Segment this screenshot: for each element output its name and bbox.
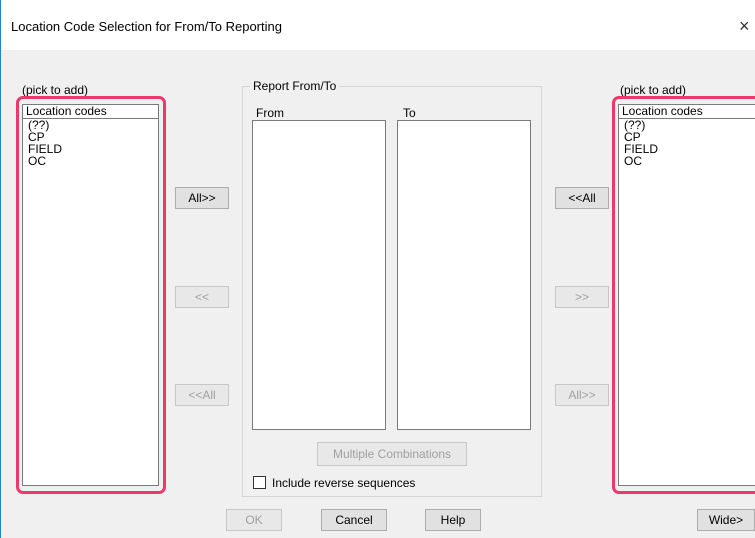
wide-button[interactable]: Wide> xyxy=(697,509,755,531)
from-list[interactable] xyxy=(252,120,386,430)
to-label: To xyxy=(403,106,416,120)
list-item[interactable]: OC xyxy=(619,155,755,167)
from-label: From xyxy=(256,106,284,120)
remove-all-to-button[interactable]: All>> xyxy=(555,384,609,406)
list-item[interactable]: OC xyxy=(23,155,158,167)
to-list[interactable] xyxy=(397,120,531,430)
right-list-header: Location codes xyxy=(619,105,755,119)
remove-all-from-button[interactable]: <<All xyxy=(175,384,229,406)
right-location-list[interactable]: Location codes (??) CP FIELD OC xyxy=(618,104,755,486)
add-all-to-button[interactable]: <<All xyxy=(555,187,609,209)
ok-button[interactable]: OK xyxy=(226,509,282,531)
right-pick-hint: (pick to add) xyxy=(620,83,687,97)
add-all-from-button[interactable]: All>> xyxy=(175,187,229,209)
left-list-items: (??) CP FIELD OC xyxy=(23,119,158,167)
left-pick-hint: (pick to add) xyxy=(22,83,89,97)
include-reverse-label: Include reverse sequences xyxy=(272,476,416,490)
remove-to-button[interactable]: >> xyxy=(555,286,609,308)
include-reverse-checkbox[interactable] xyxy=(253,476,266,489)
remove-from-button[interactable]: << xyxy=(175,286,229,308)
dialog-window: Location Code Selection for From/To Repo… xyxy=(0,0,755,538)
left-location-list[interactable]: Location codes (??) CP FIELD OC xyxy=(22,104,159,486)
window-title: Location Code Selection for From/To Repo… xyxy=(11,19,282,34)
title-bar: Location Code Selection for From/To Repo… xyxy=(1,0,755,50)
right-list-items: (??) CP FIELD OC xyxy=(619,119,755,167)
report-group-title: Report From/To xyxy=(250,79,340,93)
help-button[interactable]: Help xyxy=(425,509,481,531)
left-list-header: Location codes xyxy=(23,105,158,119)
multiple-combinations-button[interactable]: Multiple Combinations xyxy=(317,442,467,466)
close-icon[interactable]: × xyxy=(739,14,755,38)
cancel-button[interactable]: Cancel xyxy=(321,509,387,531)
